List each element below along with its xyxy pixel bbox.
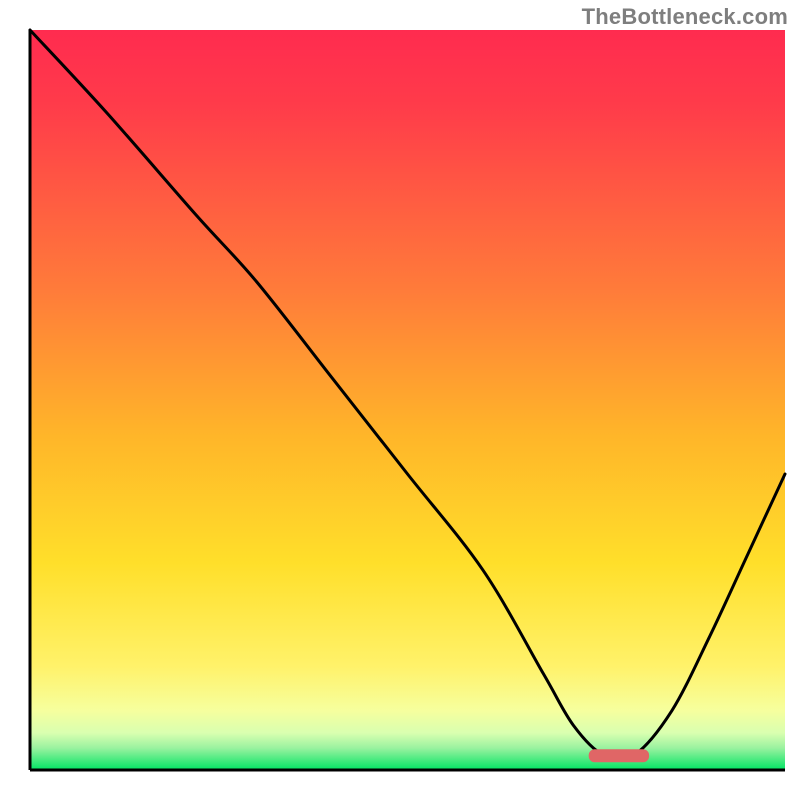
chart-stage: TheBottleneck.com	[0, 0, 800, 800]
bottleneck-chart	[0, 0, 800, 800]
optimal-range-marker	[589, 749, 649, 762]
gradient-background	[30, 30, 785, 770]
watermark-label: TheBottleneck.com	[582, 4, 788, 30]
